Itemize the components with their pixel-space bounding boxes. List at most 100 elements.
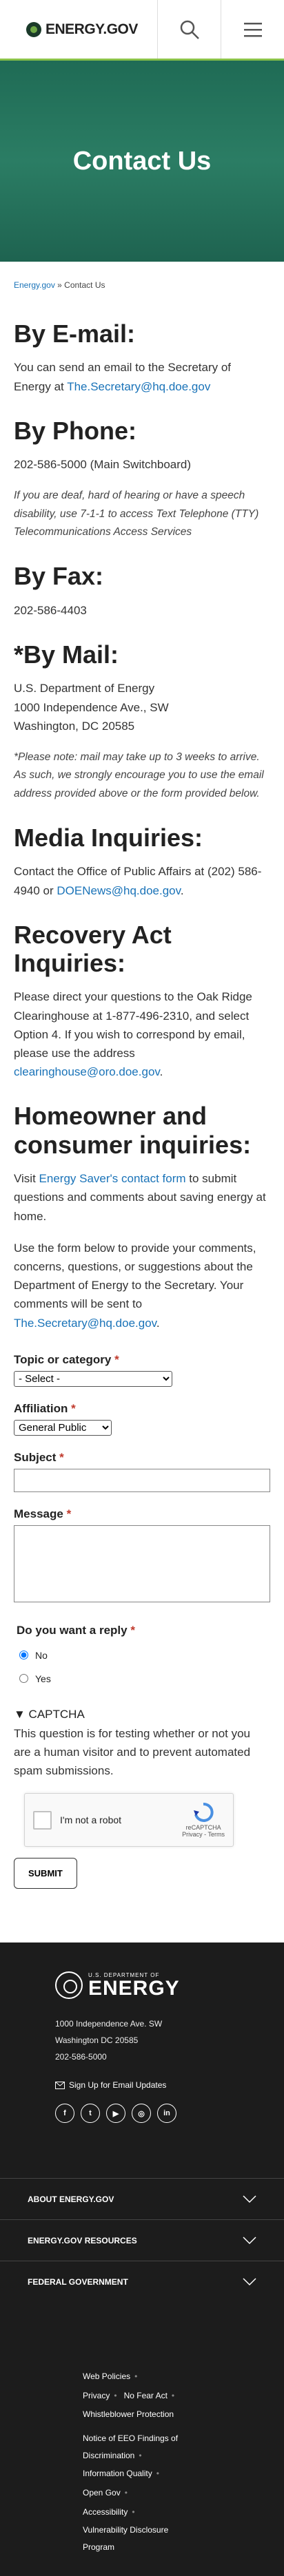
homeowner-p2-post: . bbox=[156, 1316, 160, 1330]
doe-logo[interactable]: U.S. DEPARTMENT OF ENERGY bbox=[55, 1971, 284, 2000]
required-mark: * bbox=[59, 1450, 64, 1464]
site-header: ENERGY.GOV bbox=[0, 0, 284, 61]
chevron-down-icon bbox=[243, 2237, 256, 2244]
breadcrumb-current: Contact Us bbox=[64, 280, 105, 290]
eeo-findings-link[interactable]: Notice of EEO Findings of Discrimination bbox=[83, 2433, 178, 2460]
homeowner-p2-pre: Use the form below to provide your comme… bbox=[14, 1241, 256, 1311]
mail-line-3: Washington, DC 20585 bbox=[14, 719, 135, 733]
open-gov-link[interactable]: Open Gov bbox=[83, 2488, 121, 2498]
topic-label: Topic or category * bbox=[14, 1353, 270, 1367]
search-button[interactable] bbox=[157, 0, 221, 59]
envelope-icon bbox=[55, 2081, 65, 2089]
footer-bottom-links: Web Policies • Privacy • No Fear Act • Whis… bbox=[0, 2302, 284, 2576]
search-icon bbox=[180, 20, 199, 39]
footer-link-item: Accessibility • bbox=[83, 2506, 135, 2517]
tty-note: If you are deaf, hard of hearing or have… bbox=[14, 490, 259, 538]
reply-yes-option: Yes bbox=[19, 1673, 270, 1684]
secretary-email-link-2[interactable]: The.Secretary@hq.doe.gov bbox=[14, 1317, 156, 1330]
phone-section: By Phone: 202-586-5000 (Main Switchboard… bbox=[14, 417, 270, 542]
menu-button[interactable] bbox=[221, 0, 284, 59]
footer-address-line-2: Washington DC 20585 bbox=[55, 2035, 139, 2046]
page-title: Contact Us bbox=[72, 146, 212, 176]
homeowner-section: Homeowner and consumer inquiries: Visit … bbox=[14, 1102, 270, 1332]
reply-yes-radio[interactable] bbox=[19, 1674, 28, 1684]
subject-input[interactable] bbox=[14, 1468, 270, 1492]
social-links: f t ▶ ◎ in bbox=[55, 2104, 284, 2124]
required-mark: * bbox=[114, 1352, 119, 1366]
recaptcha-icon bbox=[194, 1803, 214, 1823]
whistleblower-link[interactable]: Whistleblower Protection bbox=[83, 2409, 174, 2419]
mail-section: *By Mail: U.S. Department of Energy 1000… bbox=[14, 640, 270, 803]
fax-section: By Fax: 202-586-4403 bbox=[14, 562, 270, 620]
accordion-federal-label: FEDERAL GOVERNMENT bbox=[28, 2276, 128, 2287]
required-mark: * bbox=[71, 1401, 76, 1415]
information-quality-link[interactable]: Information Quality bbox=[83, 2469, 152, 2478]
instagram-icon[interactable]: ◎ bbox=[132, 2104, 151, 2124]
accordion-federal-government[interactable]: FEDERAL GOVERNMENT bbox=[0, 2261, 284, 2303]
linkedin-icon[interactable]: in bbox=[157, 2104, 176, 2124]
required-mark: * bbox=[66, 1507, 72, 1520]
topic-select[interactable]: - Select - bbox=[14, 1370, 172, 1387]
mail-note: *Please note: mail may take up to 3 week… bbox=[14, 751, 264, 799]
energy-gov-logo[interactable]: ENERGY.GOV bbox=[26, 21, 138, 38]
topic-row: Topic or category * - Select - bbox=[14, 1353, 270, 1387]
reply-label-text: Do you want a reply bbox=[17, 1623, 128, 1637]
accordion-about[interactable]: ABOUT ENERGY.GOV bbox=[0, 2178, 284, 2220]
facebook-icon[interactable]: f bbox=[55, 2104, 74, 2124]
secretary-email-link[interactable]: The.Secretary@hq.doe.gov bbox=[67, 380, 210, 393]
logo-icon bbox=[26, 21, 41, 37]
reply-label: Do you want a reply * bbox=[17, 1624, 270, 1637]
footer-link-item: Open Gov • bbox=[83, 2488, 128, 2498]
message-row: Message * bbox=[14, 1507, 270, 1606]
accessibility-link[interactable]: Accessibility bbox=[83, 2507, 128, 2517]
phone-heading: By Phone: bbox=[14, 416, 137, 445]
clearinghouse-email-link[interactable]: clearinghouse@oro.doe.gov bbox=[14, 1065, 160, 1078]
chevron-down-icon bbox=[243, 2278, 256, 2285]
recaptcha-checkbox[interactable] bbox=[33, 1810, 52, 1830]
privacy-link[interactable]: Privacy bbox=[83, 2391, 110, 2400]
footer-info: U.S. DEPARTMENT OF ENERGY 1000 Independe… bbox=[0, 1971, 284, 2124]
footer-address-line-1: 1000 Independence Ave. SW bbox=[55, 2019, 163, 2029]
footer-link-item: Whistleblower Protection bbox=[83, 2405, 284, 2425]
affiliation-label: Affiliation * bbox=[14, 1402, 270, 1416]
submit-button[interactable]: SUBMIT bbox=[14, 1858, 77, 1889]
no-fear-act-link[interactable]: No Fear Act bbox=[124, 2391, 168, 2400]
email-heading: By E-mail: bbox=[14, 320, 136, 348]
media-text: Contact the Office of Public Affairs at … bbox=[14, 862, 270, 899]
affiliation-row: Affiliation * General Public bbox=[14, 1402, 270, 1436]
subject-row: Subject * bbox=[14, 1451, 270, 1492]
homeowner-text-1: Visit Energy Saver's contact form to sub… bbox=[14, 1169, 270, 1226]
mail-line-2: 1000 Independence Ave., SW bbox=[14, 700, 169, 714]
breadcrumb-home-link[interactable]: Energy.gov bbox=[14, 280, 55, 290]
affiliation-select[interactable]: General Public bbox=[14, 1419, 112, 1436]
affiliation-label-text: Affiliation bbox=[14, 1401, 68, 1415]
captcha-toggle[interactable]: ▼ CAPTCHA bbox=[14, 1708, 270, 1721]
email-section: By E-mail: You can send an email to the … bbox=[14, 320, 270, 396]
energy-saver-contact-link[interactable]: Energy Saver's contact form bbox=[39, 1172, 186, 1185]
accordion-about-label: ABOUT ENERGY.GOV bbox=[28, 2194, 114, 2204]
subject-label-text: Subject bbox=[14, 1450, 57, 1464]
media-section: Media Inquiries: Contact the Office of P… bbox=[14, 824, 270, 900]
reply-no-radio[interactable] bbox=[19, 1651, 28, 1660]
twitter-icon[interactable]: t bbox=[81, 2104, 100, 2124]
footer-link-item: Web Policies • bbox=[83, 2371, 138, 2382]
chevron-down-icon bbox=[243, 2195, 256, 2203]
doe-news-email-link[interactable]: DOENews@hq.doe.gov bbox=[57, 884, 180, 897]
youtube-icon[interactable]: ▶ bbox=[106, 2104, 125, 2124]
recovery-section: Recovery Act Inquiries: Please direct yo… bbox=[14, 921, 270, 1082]
accordion-resources[interactable]: ENERGY.GOV RESOURCES bbox=[0, 2219, 284, 2261]
footer-link-item: Notice of EEO Findings of Discrimination… bbox=[83, 2433, 179, 2461]
hamburger-icon bbox=[243, 22, 262, 36]
footer-address: 1000 Independence Ave. SW Washington DC … bbox=[55, 2015, 284, 2065]
fax-heading: By Fax: bbox=[14, 562, 104, 591]
subject-label: Subject * bbox=[14, 1451, 270, 1465]
policy-links: Web Policies • Privacy • No Fear Act • Whis… bbox=[83, 2367, 284, 2556]
message-textarea[interactable] bbox=[14, 1525, 270, 1602]
email-signup-link[interactable]: Sign Up for Email Updates bbox=[55, 2080, 284, 2090]
web-policies-link[interactable]: Web Policies bbox=[83, 2371, 130, 2381]
homeowner-heading: Homeowner and consumer inquiries: bbox=[14, 1102, 252, 1159]
vulnerability-disclosure-link[interactable]: Vulnerability Disclosure Program bbox=[83, 2525, 168, 2552]
site-footer: U.S. DEPARTMENT OF ENERGY 1000 Independe… bbox=[0, 1943, 284, 2576]
recaptcha-terms[interactable]: Privacy - Terms bbox=[182, 1831, 225, 1838]
homeowner-text-2: Use the form below to provide your comme… bbox=[14, 1239, 270, 1332]
